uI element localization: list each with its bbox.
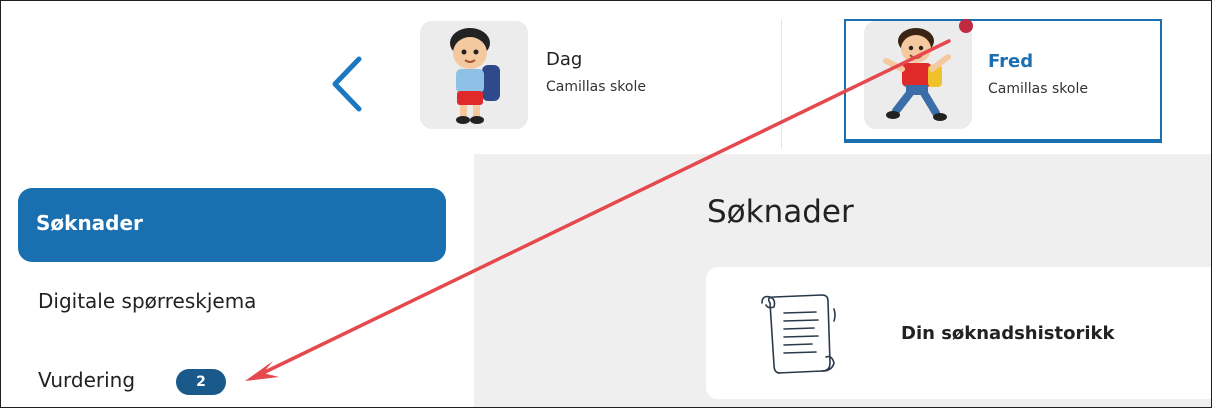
app-window: Dag Camillas skole Fred Camillas skole S… (0, 0, 1212, 408)
scroll-icon (761, 294, 836, 374)
count-badge: 2 (176, 369, 226, 395)
notification-dot (959, 19, 973, 33)
running-boy-avatar-icon (883, 28, 951, 121)
header-divider (781, 19, 782, 149)
main-panel: Søknader Din søknadshistorikk (474, 154, 1211, 407)
sidebar-item-soknader[interactable]: Søknader (18, 188, 446, 262)
sidebar-item-digitale-sporreskjema[interactable]: Digitale spørreskjema (18, 277, 446, 327)
page-title: Søknader (707, 194, 854, 230)
avatar (420, 21, 528, 129)
sidebar-item-label: Digitale spørreskjema (38, 289, 257, 313)
child-name: Dag (546, 49, 583, 70)
avatar (864, 21, 972, 129)
child-school: Camillas skole (546, 79, 646, 95)
sidebar-item-label: Søknader (36, 211, 143, 235)
sidebar-item-vurdering[interactable]: Vurdering 2 (18, 356, 446, 406)
child-name: Fred (988, 51, 1034, 72)
card-label: Din søknadshistorikk (901, 323, 1115, 344)
child-card-fred[interactable]: Fred Camillas skole (844, 19, 1162, 143)
chevron-left-icon (332, 56, 362, 112)
boy-avatar-icon (450, 28, 500, 124)
child-school: Camillas skole (988, 81, 1088, 97)
child-card-dag[interactable]: Dag Camillas skole (416, 19, 776, 131)
sidebar-item-label: Vurdering (38, 368, 136, 392)
back-button[interactable] (325, 55, 369, 113)
soknadshistorikk-card[interactable]: Din søknadshistorikk (706, 267, 1211, 399)
